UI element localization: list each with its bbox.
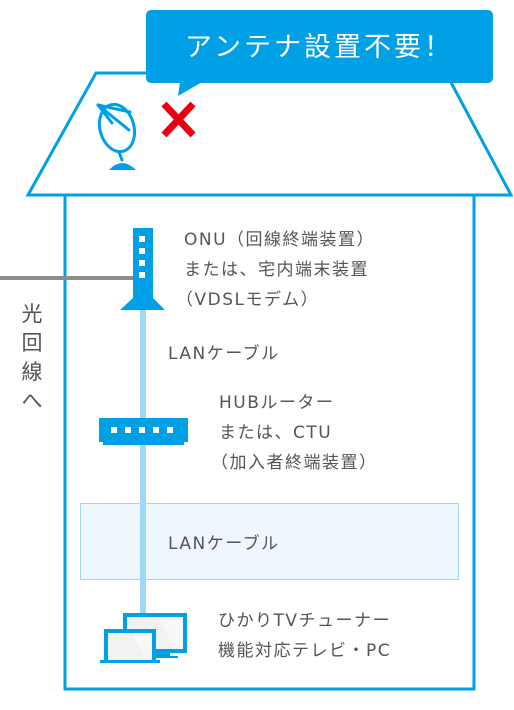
hub-router-icon: [99, 418, 188, 445]
fiber-label-char: 光: [21, 302, 43, 326]
lan-cable-label-1: LANケーブル: [168, 344, 280, 364]
fiber-line-label: 光 回 線 へ: [20, 300, 44, 416]
onu-label-line: ONU（回線終端装置）: [184, 230, 376, 250]
lan-cable-line: [140, 297, 146, 615]
devices-label-line: ひかりTVチューナー: [218, 611, 392, 631]
onu-label: ONU（回線終端装置） または、宅内端末装置 （VDSLモデム）: [176, 225, 376, 315]
lan-cable-label-2: LANケーブル: [168, 534, 280, 554]
fiber-label-char: 線: [21, 360, 43, 384]
cross-mark-icon: [161, 101, 196, 138]
callout-text: アンテナ設置不要！: [185, 32, 454, 63]
devices-label-line: 機能対応テレビ・PC: [218, 641, 392, 661]
fiber-label-char: 回: [21, 331, 43, 355]
onu-label-line: （VDSLモデム）: [176, 290, 320, 310]
onu-label-line: または、宅内端末装置: [184, 260, 369, 280]
satellite-dish-icon: [96, 102, 137, 170]
tv-pc-icon: [100, 613, 187, 663]
hub-label-line: HUBルーター: [219, 393, 335, 413]
hub-label-line: （加入者終端装置）: [211, 453, 378, 473]
hub-label: HUBルーター または、CTU （加入者終端装置）: [211, 388, 378, 478]
devices-label: ひかりTVチューナー 機能対応テレビ・PC: [218, 606, 391, 666]
fiber-label-char: へ: [21, 389, 43, 413]
hub-label-line: または、CTU: [219, 423, 333, 443]
onu-tower-icon: [120, 228, 165, 310]
